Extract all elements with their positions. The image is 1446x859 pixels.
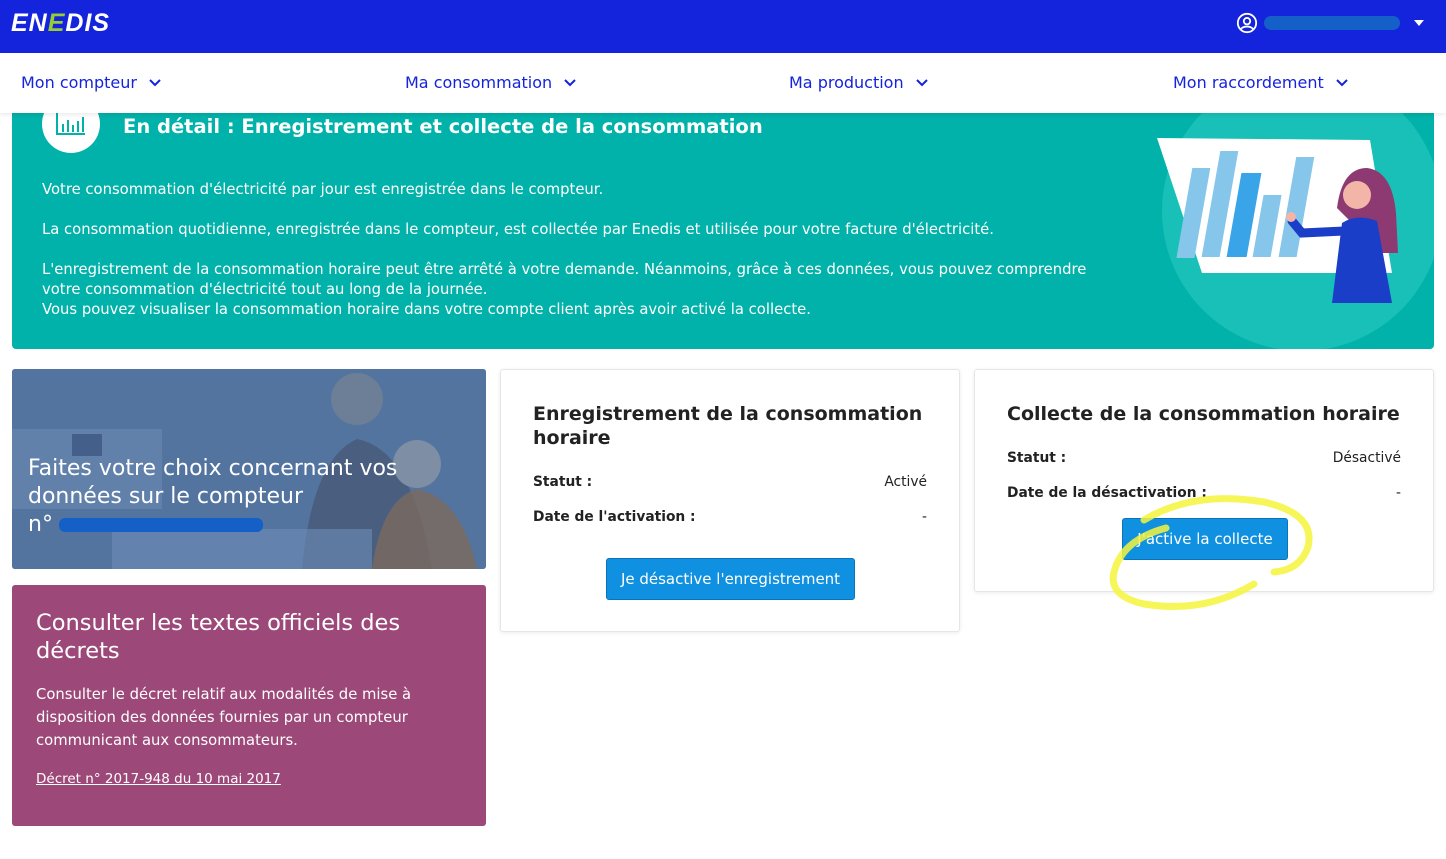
date-label: Date de la désactivation : bbox=[1007, 485, 1207, 501]
date-value: - bbox=[922, 509, 927, 525]
banner-title: En détail : Enregistrement et collecte d… bbox=[123, 115, 763, 138]
banner-paragraph: Votre consommation d'électricité par jou… bbox=[42, 181, 604, 198]
data-choice-title: Faites votre choix concernant vos donnée… bbox=[28, 455, 428, 539]
deactivate-recording-button[interactable]: Je désactive l'enregistrement bbox=[606, 558, 855, 600]
chevron-down-icon bbox=[1336, 78, 1348, 86]
nav-ma-consommation[interactable]: Ma consommation bbox=[405, 73, 576, 92]
nav-ma-production[interactable]: Ma production bbox=[789, 73, 928, 92]
recording-card: Enregistrement de la consommation horair… bbox=[500, 369, 960, 632]
chevron-down-icon bbox=[915, 78, 928, 86]
decree-card: Consulter les textes officiels des décre… bbox=[12, 585, 486, 826]
top-bar: ENEDIS bbox=[0, 0, 1446, 53]
user-account-icon bbox=[1236, 12, 1258, 34]
caret-down-icon bbox=[1414, 20, 1424, 26]
date-value: - bbox=[1396, 485, 1401, 501]
activate-collect-button[interactable]: J'active la collecte bbox=[1122, 518, 1288, 560]
date-label: Date de l'activation : bbox=[533, 509, 696, 525]
status-label: Statut : bbox=[1007, 450, 1067, 466]
status-value: Désactivé bbox=[1332, 450, 1401, 466]
nav-label: Ma production bbox=[789, 73, 904, 92]
main-navigation: Mon compteur Ma consommation Ma producti… bbox=[0, 53, 1446, 113]
user-menu[interactable] bbox=[1236, 12, 1424, 34]
nav-label: Mon compteur bbox=[21, 73, 137, 92]
banner-paragraph: L'enregistrement de la consommation hora… bbox=[42, 261, 1087, 298]
woman-chart-illustration bbox=[1157, 113, 1434, 349]
enedis-logo[interactable]: ENEDIS bbox=[11, 9, 110, 38]
data-choice-title-text: Faites votre choix concernant vos donnée… bbox=[28, 456, 398, 509]
data-choice-card[interactable]: Faites votre choix concernant vos donnée… bbox=[12, 369, 486, 569]
banner-text: Votre consommation d'électricité par jou… bbox=[42, 180, 1112, 340]
nav-label: Mon raccordement bbox=[1173, 73, 1324, 92]
detail-banner: En détail : Enregistrement et collecte d… bbox=[12, 113, 1434, 349]
nav-label: Ma consommation bbox=[405, 73, 553, 92]
decree-title: Consulter les textes officiels des décre… bbox=[36, 610, 401, 664]
redacted-user-name bbox=[1264, 16, 1400, 30]
decree-text: Consulter le décret relatif aux modalité… bbox=[36, 686, 412, 749]
recording-status-row: Statut : Activé bbox=[533, 474, 927, 490]
chevron-down-icon bbox=[564, 78, 576, 86]
collect-date-row: Date de la désactivation : - bbox=[1007, 485, 1401, 501]
chevron-down-icon bbox=[149, 78, 161, 86]
collect-status-row: Statut : Désactivé bbox=[1007, 450, 1401, 466]
recording-title: Enregistrement de la consommation horair… bbox=[533, 403, 923, 449]
redacted-meter-number bbox=[58, 518, 263, 532]
nav-mon-raccordement[interactable]: Mon raccordement bbox=[1173, 73, 1348, 92]
meter-number-prefix: n° bbox=[28, 512, 53, 537]
collect-card: Collecte de la consommation horaire Stat… bbox=[974, 369, 1434, 592]
nav-mon-compteur[interactable]: Mon compteur bbox=[21, 73, 161, 92]
recording-date-row: Date de l'activation : - bbox=[533, 509, 927, 525]
banner-paragraph: La consommation quotidienne, enregistrée… bbox=[42, 221, 994, 238]
bar-chart-icon bbox=[56, 113, 85, 135]
collect-title: Collecte de la consommation horaire bbox=[1007, 403, 1400, 425]
status-label: Statut : bbox=[533, 474, 593, 490]
decree-link[interactable]: Décret n° 2017-948 du 10 mai 2017 bbox=[36, 771, 281, 787]
chart-badge bbox=[42, 113, 100, 153]
status-value: Activé bbox=[884, 474, 927, 490]
banner-paragraph: Vous pouvez visualiser la consommation h… bbox=[42, 301, 811, 318]
